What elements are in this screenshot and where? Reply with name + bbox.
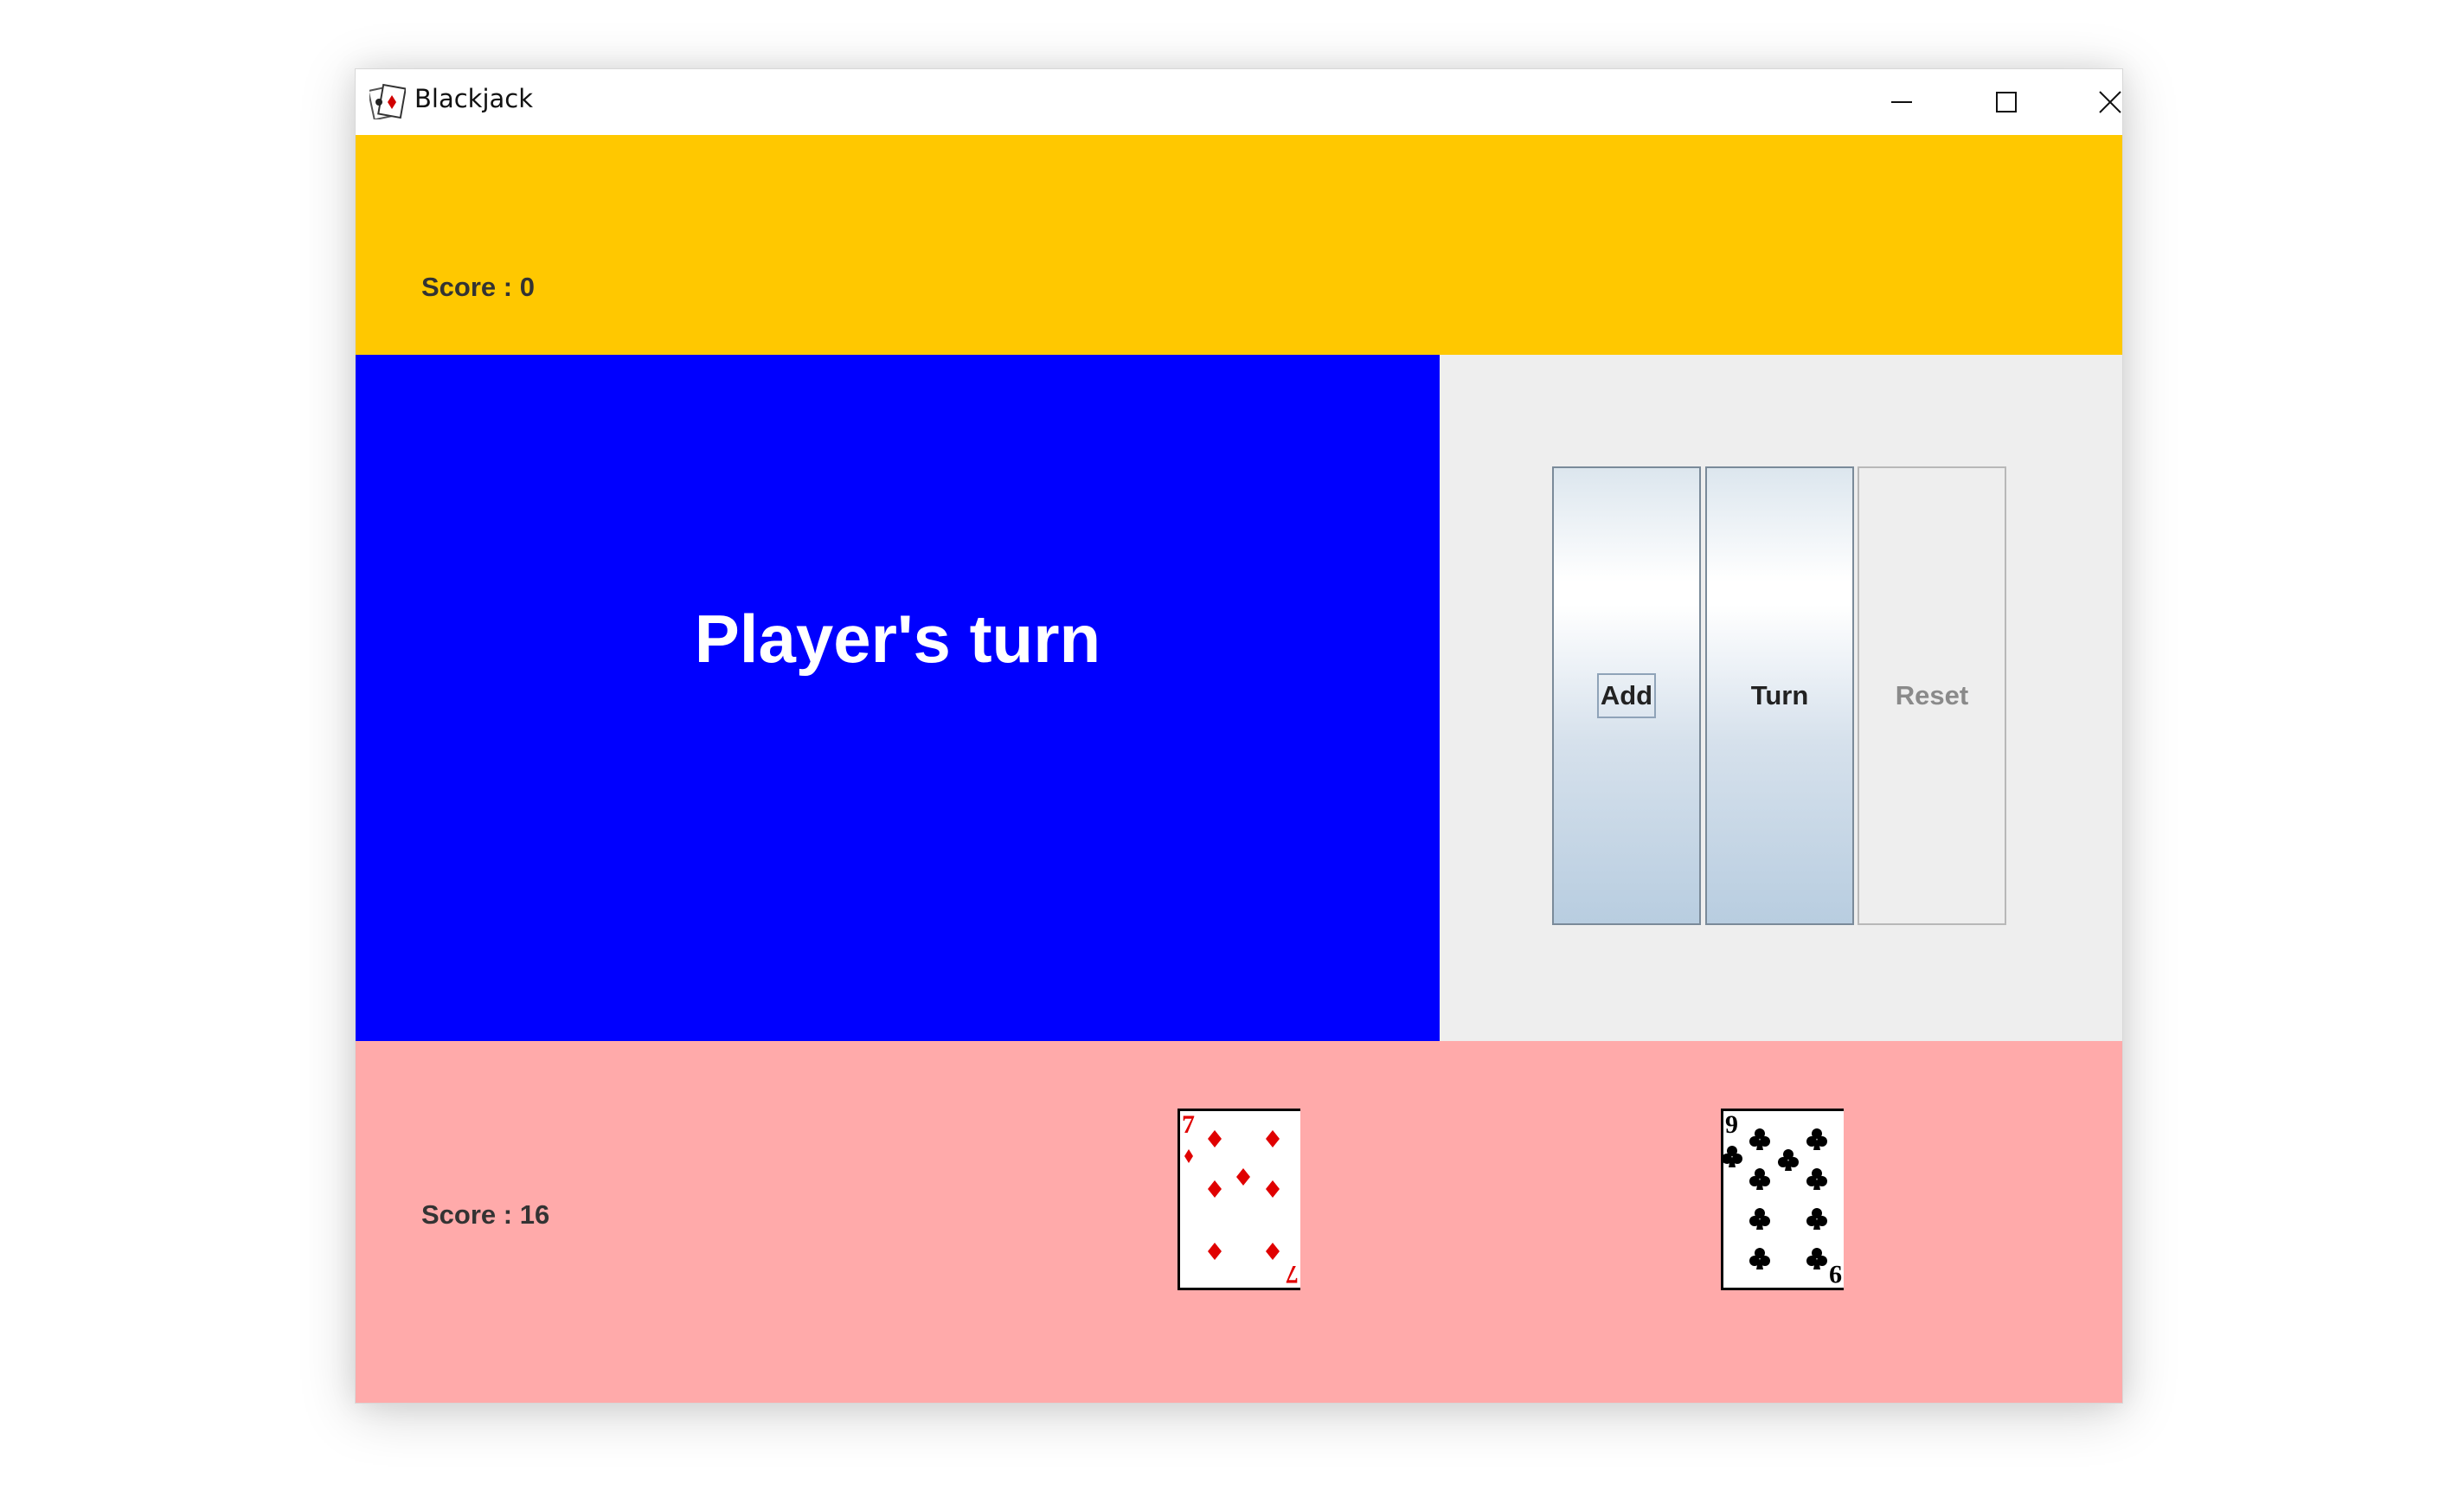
club-suit-icon [1723, 1128, 1827, 1269]
card-rank-bottom: 9 [1829, 1260, 1842, 1289]
blackjack-window: Blackjack Score : 0 Player's turn Add Tu… [355, 68, 2123, 1404]
status-panel: Player's turn [356, 355, 1440, 1041]
cards-icon [367, 83, 407, 121]
turn-button[interactable]: Turn [1705, 466, 1854, 925]
maximize-button[interactable] [1954, 69, 2058, 135]
turn-status: Player's turn [694, 601, 1101, 677]
player-panel: Score : 16 7 7 9 9 [356, 1041, 2122, 1403]
playing-card-seven-diamonds: 7 7 [1177, 1109, 1300, 1290]
controls-panel: Add Turn Reset [1440, 355, 2122, 1041]
playing-card-nine-clubs: 9 9 [1721, 1109, 1844, 1290]
add-button-label: Add [1596, 673, 1657, 718]
reset-button[interactable]: Reset [1858, 466, 2006, 925]
dealer-score: Score : 0 [421, 272, 535, 302]
turn-button-label: Turn [1750, 680, 1809, 710]
card-rank-bottom: 7 [1286, 1260, 1299, 1289]
maximize-icon [1996, 92, 2017, 112]
card-rank-top: 9 [1725, 1110, 1738, 1139]
title-bar[interactable]: Blackjack [356, 69, 2122, 135]
close-icon [2099, 91, 2121, 113]
close-button[interactable] [2058, 69, 2122, 135]
reset-button-label: Reset [1895, 680, 1969, 710]
window-title: Blackjack [414, 84, 534, 113]
add-button[interactable]: Add [1552, 466, 1701, 925]
minimize-icon [1891, 101, 1912, 103]
dealer-panel: Score : 0 [356, 135, 2122, 355]
card-rank-top: 7 [1182, 1110, 1195, 1139]
player-score: Score : 16 [421, 1199, 550, 1230]
diamond-suit-icon [1184, 1130, 1280, 1260]
minimize-button[interactable] [1850, 69, 1954, 135]
